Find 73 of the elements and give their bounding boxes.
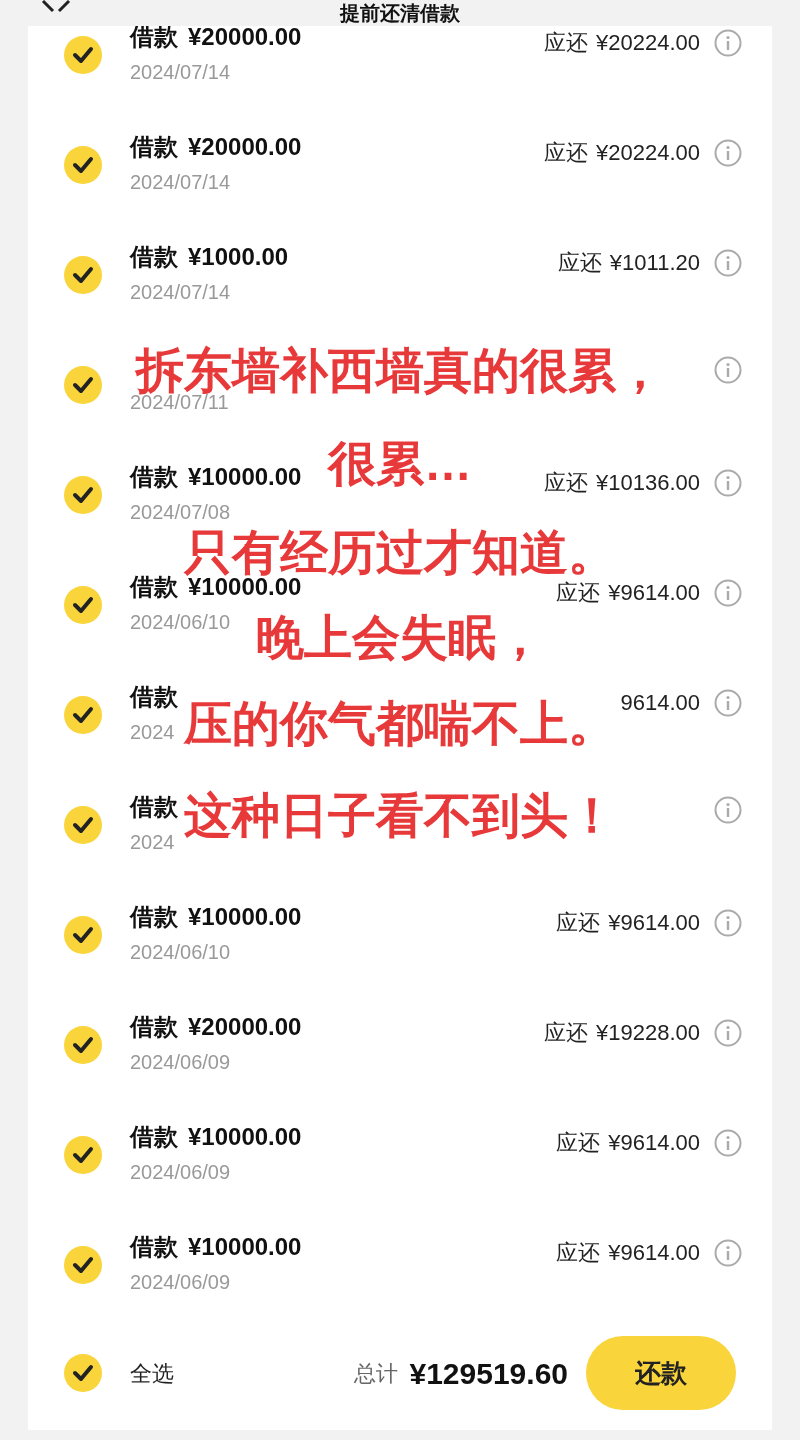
checkbox[interactable] bbox=[64, 366, 102, 404]
loan-amount: ¥10000.00 bbox=[188, 462, 302, 492]
due-amount: 9614.00 bbox=[620, 689, 700, 717]
due-amount: ¥9614.00 bbox=[608, 1129, 700, 1157]
page-title: 提前还清借款 bbox=[340, 1, 460, 25]
due-amount: ¥1011.20 bbox=[609, 249, 700, 277]
caption-line: 这种日子看不到头！ bbox=[184, 790, 616, 842]
checkbox[interactable] bbox=[64, 146, 102, 184]
close-icon[interactable] bbox=[40, 0, 72, 14]
loan-date: 2024/06/10 bbox=[130, 610, 231, 635]
due-label: 应还 bbox=[544, 469, 588, 497]
checkbox[interactable] bbox=[64, 1246, 102, 1284]
due-amount: ¥9614.00 bbox=[608, 579, 700, 607]
caption-line: 压的你气都喘不上。 bbox=[184, 698, 616, 750]
due-amount: ¥9614.00 bbox=[608, 909, 700, 937]
checkbox[interactable] bbox=[64, 36, 102, 74]
loan-amount: ¥20000.00 bbox=[188, 132, 302, 162]
due-amount: ¥20224.00 bbox=[596, 139, 700, 167]
due-label: 应还 bbox=[556, 1129, 601, 1157]
due-label: 应还 bbox=[544, 139, 588, 167]
checkbox[interactable] bbox=[64, 1026, 102, 1064]
due-label: 应还 bbox=[544, 29, 588, 57]
loan-date: 2024/07/14 bbox=[130, 60, 231, 85]
checkbox[interactable] bbox=[64, 1354, 102, 1392]
due-amount: ¥19228.00 bbox=[596, 1019, 700, 1047]
loan-amount: ¥10000.00 bbox=[188, 902, 302, 932]
loan-label: 借款 bbox=[130, 1012, 178, 1042]
due-label: 应还 bbox=[556, 909, 601, 937]
due-label: 应还 bbox=[556, 579, 601, 607]
checkbox[interactable] bbox=[64, 696, 102, 734]
due-amount: ¥9614.00 bbox=[608, 1239, 700, 1267]
checkbox[interactable] bbox=[64, 916, 102, 954]
loan-date: 2024/06/09 bbox=[130, 1160, 231, 1185]
loan-label: 借款 bbox=[130, 902, 178, 932]
loan-date: 2024/06/10 bbox=[130, 940, 231, 965]
loan-label: 借款 bbox=[130, 462, 178, 492]
checkbox[interactable] bbox=[64, 586, 102, 624]
loan-date: 2024/07/14 bbox=[130, 280, 231, 305]
loan-label: 借款 bbox=[130, 22, 178, 52]
loan-date: 2024/06/09 bbox=[130, 1050, 231, 1075]
repay-button[interactable]: 还款 bbox=[586, 1336, 736, 1410]
loan-date: 2024/06/09 bbox=[130, 1270, 231, 1295]
loan-amount: ¥10000.00 bbox=[188, 1122, 302, 1152]
loan-label: 借款 bbox=[130, 1232, 178, 1262]
caption-line: 晚上会失眠， bbox=[256, 612, 544, 664]
loan-amount: ¥1000.00 bbox=[188, 242, 289, 272]
loan-date: 2024 bbox=[130, 720, 175, 745]
loan-amount: ¥20000.00 bbox=[188, 1012, 302, 1042]
total-label: 总计 bbox=[353, 1359, 398, 1388]
loan-label: 借款 bbox=[130, 682, 178, 712]
due-label: 应还 bbox=[544, 1019, 588, 1047]
due-amount: ¥20224.00 bbox=[596, 29, 700, 57]
checkbox[interactable] bbox=[64, 806, 102, 844]
select-all-label[interactable]: 全选 bbox=[130, 1356, 174, 1390]
loan-label: 借款 bbox=[130, 242, 178, 272]
loan-label: 借款 bbox=[130, 1122, 178, 1152]
due-amount: ¥10136.00 bbox=[596, 469, 700, 497]
loan-label: 借款 bbox=[130, 572, 178, 602]
loan-date: 2024/07/14 bbox=[130, 170, 231, 195]
loan-amount: ¥10000.00 bbox=[188, 1232, 302, 1262]
caption-line: 只有经历过才知道。 bbox=[184, 527, 616, 579]
due-label: 应还 bbox=[557, 249, 602, 277]
loan-date: 2024/07/08 bbox=[130, 500, 231, 525]
checkbox[interactable] bbox=[64, 476, 102, 514]
total-amount: ¥129519.60 bbox=[409, 1355, 568, 1392]
checkbox[interactable] bbox=[64, 1136, 102, 1174]
caption-line: 很累… bbox=[328, 438, 472, 490]
loan-amount: ¥20000.00 bbox=[188, 22, 302, 52]
loan-label: 借款 bbox=[130, 792, 178, 822]
due-label: 应还 bbox=[556, 1239, 601, 1267]
loan-label: 借款 bbox=[130, 132, 178, 162]
checkbox[interactable] bbox=[64, 256, 102, 294]
loan-date: 2024 bbox=[130, 830, 175, 855]
